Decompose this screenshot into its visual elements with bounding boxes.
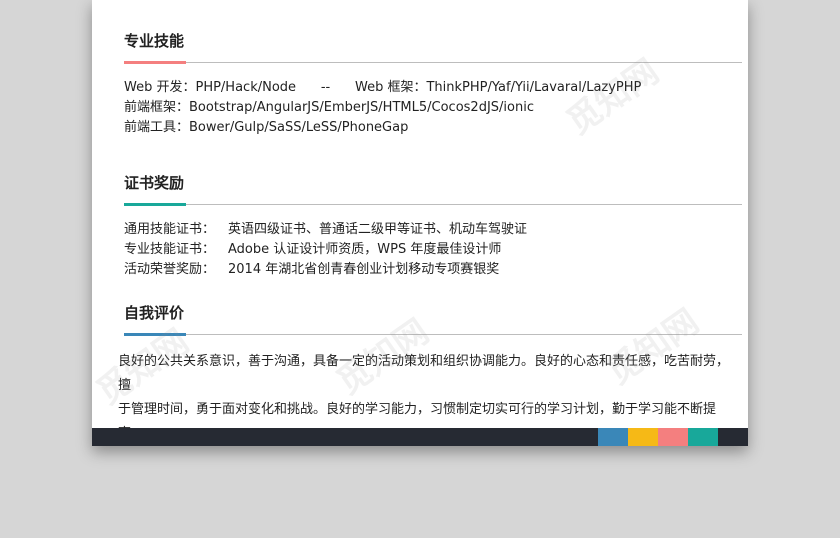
footer-swatch-blue	[598, 428, 628, 446]
cert-label: 通用技能证书：	[124, 222, 216, 237]
evaluation-section: 自我评价 良好的公共关系意识，善于沟通，具备一定的活动策划和组织协调能力。良好的…	[118, 302, 742, 446]
cert-label: 专业技能证书：	[124, 242, 216, 257]
resume-page: 专业技能 Web 开发：PHP/Hack/Node -- Web 框架：Thin…	[92, 0, 748, 446]
footer-swatch-pink	[658, 428, 688, 446]
cert-row: 通用技能证书： 英语四级证书、普通话二级甲等证书、机动车驾驶证	[124, 220, 742, 240]
skills-section: 专业技能 Web 开发：PHP/Hack/Node -- Web 框架：Thin…	[124, 30, 742, 138]
cert-row: 专业技能证书： Adobe 认证设计师资质，WPS 年度最佳设计师	[124, 240, 742, 260]
cert-value: 英语四级证书、普通话二级甲等证书、机动车驾驶证	[228, 222, 528, 237]
skill-row: 前端工具：Bower/Gulp/SaSS/LeSS/PhoneGap	[124, 120, 409, 135]
certs-section: 证书奖励 通用技能证书： 英语四级证书、普通话二级甲等证书、机动车驾驶证 专业技能…	[124, 172, 742, 280]
evaluation-line: 良好的公共关系意识，善于沟通，具备一定的活动策划和组织协调能力。良好的心态和责任…	[118, 354, 730, 393]
certs-list: 通用技能证书： 英语四级证书、普通话二级甲等证书、机动车驾驶证 专业技能证书： Ad…	[124, 220, 742, 280]
certs-title: 证书奖励	[124, 174, 185, 192]
cert-label: 活动荣誉奖励：	[124, 262, 216, 277]
footer-swatch-yellow	[628, 428, 658, 446]
cert-value: Adobe 认证设计师资质，WPS 年度最佳设计师	[228, 242, 502, 257]
cert-row: 活动荣誉奖励： 2014 年湖北省创青春创业计划移动专项赛银奖	[124, 260, 742, 280]
cert-value: 2014 年湖北省创青春创业计划移动专项赛银奖	[228, 262, 500, 277]
skills-title: 专业技能	[124, 32, 185, 50]
skills-list: Web 开发：PHP/Hack/Node -- Web 框架：ThinkPHP/…	[124, 78, 742, 138]
evaluation-title: 自我评价	[124, 304, 185, 322]
evaluation-divider	[124, 330, 742, 340]
skills-divider	[124, 58, 742, 68]
footer-swatch-teal	[688, 428, 718, 446]
skill-row: 前端框架：Bootstrap/AngularJS/EmberJS/HTML5/C…	[124, 100, 534, 115]
certs-divider	[124, 200, 742, 210]
skill-row: Web 开发：PHP/Hack/Node -- Web 框架：ThinkPHP/…	[124, 80, 642, 95]
footer-color-bar	[92, 428, 748, 446]
footer-swatch-dark	[718, 428, 748, 446]
